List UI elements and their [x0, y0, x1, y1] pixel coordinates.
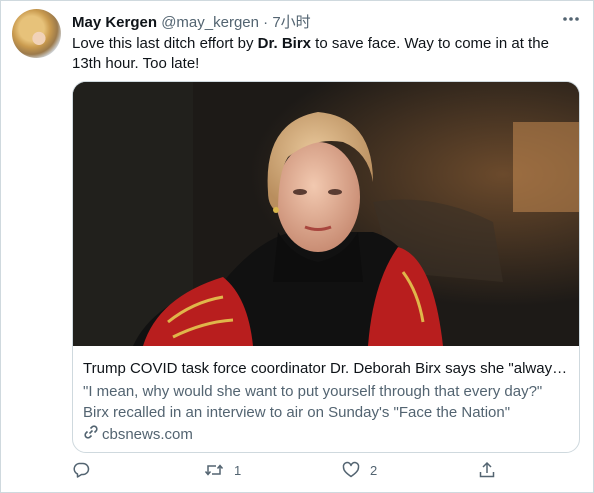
card-domain-text: cbsnews.com [102, 425, 193, 443]
author-handle[interactable]: @may_kergen [161, 14, 259, 31]
like-count: 2 [370, 462, 378, 478]
author-name[interactable]: May Kergen [72, 14, 157, 31]
tweet-actions: 1 2 [72, 461, 502, 481]
tweet-timestamp[interactable]: 7小时 [272, 14, 310, 31]
tweet-text-before: Love this last ditch effort by [72, 35, 258, 52]
retweet-count: 1 [234, 462, 242, 478]
tweet-text-bold: Dr. Birx [257, 35, 312, 52]
link-icon [83, 424, 99, 444]
card-title[interactable]: Trump COVID task force coordinator Dr. D… [83, 359, 571, 379]
avatar[interactable] [12, 9, 61, 58]
reply-button[interactable] [72, 461, 100, 479]
reply-icon [72, 461, 90, 479]
card-domain[interactable]: cbsnews.com [83, 424, 193, 444]
link-card[interactable]: Trump COVID task force coordinator Dr. D… [72, 81, 580, 453]
like-button[interactable]: 2 [342, 461, 377, 479]
card-description: "I mean, why would she want to put yours… [83, 383, 543, 421]
separator-dot: · [263, 14, 269, 31]
tweet-header: May Kergen @may_kergen · 7小时 [72, 11, 311, 32]
card-image[interactable] [73, 82, 579, 346]
more-icon[interactable] [560, 10, 582, 28]
like-icon [342, 461, 360, 479]
share-button[interactable] [478, 461, 496, 479]
tweet-text: Love this last ditch effort by Dr. Birx … [72, 34, 582, 74]
retweet-icon [204, 461, 224, 479]
share-icon [478, 461, 496, 479]
retweet-button[interactable]: 1 [204, 461, 241, 479]
